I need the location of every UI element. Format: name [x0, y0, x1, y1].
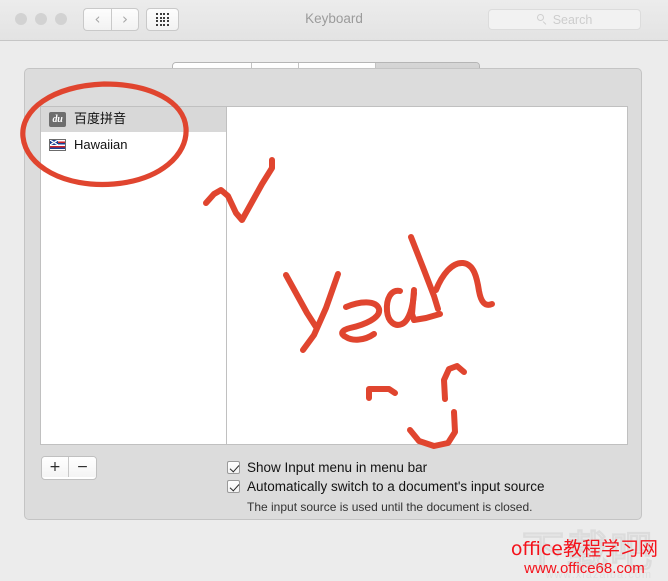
- search-placeholder: Search: [553, 13, 593, 27]
- show-input-menu-option[interactable]: Show Input menu in menu bar: [227, 460, 427, 475]
- auto-switch-help-text: The input source is used until the docum…: [247, 500, 533, 514]
- watermark: office教程学习网 www.office68.com: [511, 540, 658, 577]
- list-item-baidu-pinyin[interactable]: du 百度拼音: [41, 107, 226, 132]
- window-titlebar: ‹ › Keyboard Search: [0, 0, 668, 41]
- show-input-menu-checkbox[interactable]: [227, 461, 240, 474]
- search-icon: [537, 14, 548, 25]
- auto-switch-option[interactable]: Automatically switch to a document's inp…: [227, 479, 544, 494]
- remove-input-source-button[interactable]: −: [69, 457, 96, 477]
- add-input-source-button[interactable]: +: [42, 457, 69, 477]
- hawaiian-flag-icon: [49, 139, 66, 151]
- show-input-menu-label: Show Input menu in menu bar: [247, 460, 427, 475]
- watermark-url: www.office68.com: [511, 561, 658, 577]
- baidu-pinyin-icon: du: [49, 112, 66, 127]
- input-source-detail-pane: [226, 106, 628, 445]
- auto-switch-checkbox[interactable]: [227, 480, 240, 493]
- list-add-remove-controls[interactable]: + −: [41, 456, 97, 480]
- auto-switch-label: Automatically switch to a document's inp…: [247, 479, 544, 494]
- watermark-title: office教程学习网: [511, 540, 658, 560]
- search-input[interactable]: Search: [488, 9, 641, 30]
- system-preferences-window: ‹ › Keyboard Search Keyboard Text Shortc…: [0, 0, 668, 581]
- input-source-list[interactable]: du 百度拼音 Hawaiian: [40, 106, 226, 445]
- list-item-label: Hawaiian: [74, 138, 127, 151]
- list-item-label: 百度拼音: [74, 113, 126, 126]
- list-item-hawaiian[interactable]: Hawaiian: [41, 132, 226, 157]
